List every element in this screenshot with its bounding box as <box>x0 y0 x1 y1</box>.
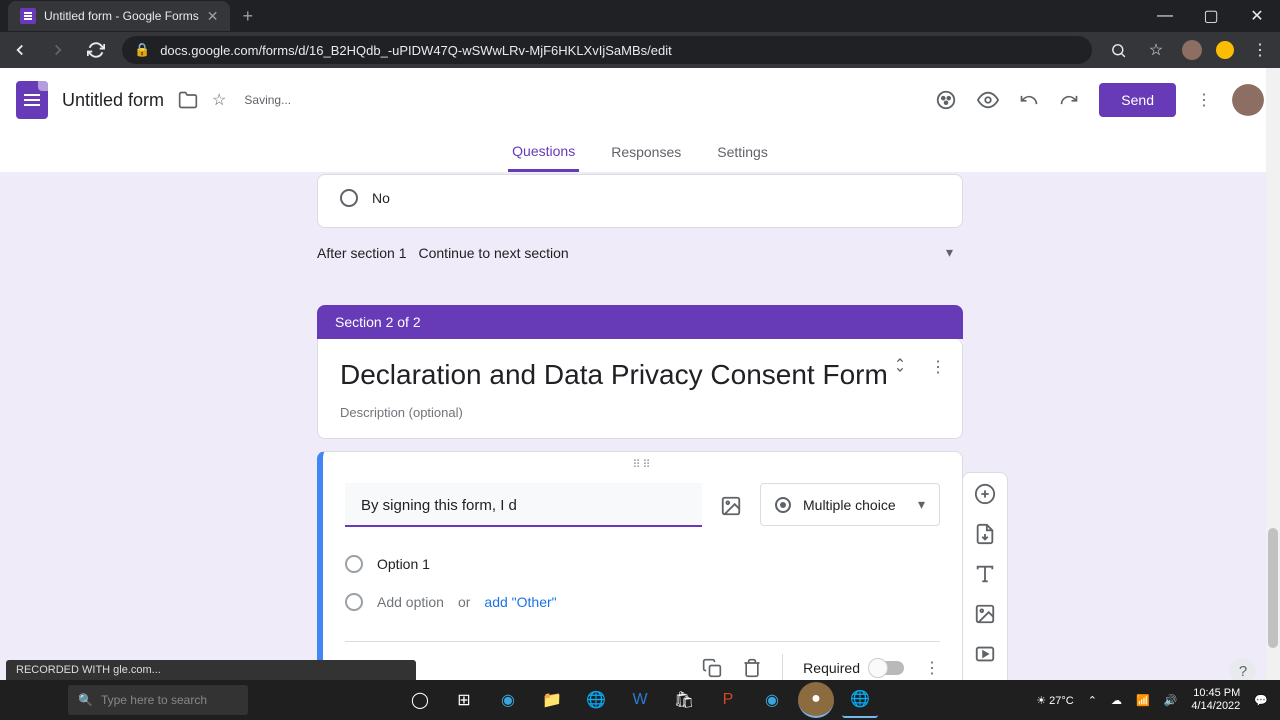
forward-button[interactable] <box>46 41 70 59</box>
previous-question-card[interactable]: No <box>317 174 963 228</box>
tab-responses[interactable]: Responses <box>607 132 685 172</box>
onedrive-icon[interactable]: ☁ <box>1111 694 1122 707</box>
forms-logo[interactable] <box>16 81 48 119</box>
add-option-button[interactable]: Add option <box>377 594 444 610</box>
window-minimize[interactable]: — <box>1142 0 1188 32</box>
word-icon[interactable]: W <box>622 682 658 718</box>
browser-tab[interactable]: Untitled form - Google Forms ✕ <box>8 1 230 31</box>
radio-icon <box>340 189 358 207</box>
task-view-icon[interactable]: ⊞ <box>446 682 482 718</box>
after-section-label: After section 1 <box>317 245 407 261</box>
address-bar[interactable]: 🔒 docs.google.com/forms/d/16_B2HQdb_-uPI… <box>122 36 1092 64</box>
add-video-icon[interactable] <box>974 643 996 665</box>
user-avatar[interactable] <box>1232 84 1264 116</box>
option-label: No <box>372 190 390 206</box>
lock-icon: 🔒 <box>134 42 150 58</box>
delete-icon[interactable] <box>742 658 762 678</box>
section-title[interactable]: Declaration and Data Privacy Consent For… <box>340 359 940 391</box>
drag-handle-icon[interactable]: ⠿⠿ <box>323 452 962 473</box>
section-menu-icon[interactable]: ⋮ <box>930 357 946 377</box>
required-label: Required <box>803 660 860 676</box>
close-tab-icon[interactable]: ✕ <box>207 8 219 25</box>
add-title-icon[interactable] <box>974 563 996 585</box>
divider <box>782 654 783 682</box>
reload-button[interactable] <box>84 41 108 59</box>
section-header-card[interactable]: Declaration and Data Privacy Consent For… <box>317 339 963 439</box>
profile-avatar[interactable] <box>1182 40 1202 60</box>
import-questions-icon[interactable] <box>974 523 996 545</box>
edge2-icon[interactable]: ◉ <box>754 682 790 718</box>
radio-icon <box>345 555 363 573</box>
clock[interactable]: 10:45 PM 4/14/2022 <box>1191 687 1240 713</box>
option-text[interactable]: Option 1 <box>377 556 430 572</box>
powerpoint-icon[interactable]: P <box>710 682 746 718</box>
search-icon: 🔍 <box>78 693 93 707</box>
weather-widget[interactable]: ☀ 27°C <box>1036 694 1074 707</box>
more-menu-icon[interactable]: ⋮ <box>1196 90 1212 110</box>
section-navigation: After section 1 Continue to next section… <box>317 228 963 277</box>
window-maximize[interactable]: ▢ <box>1188 0 1234 32</box>
question-menu-icon[interactable]: ⋮ <box>924 658 940 678</box>
tab-questions[interactable]: Questions <box>508 132 579 172</box>
move-to-folder-icon[interactable] <box>178 90 198 110</box>
zoom-icon[interactable] <box>1106 42 1130 59</box>
back-button[interactable] <box>8 41 32 59</box>
add-question-icon[interactable] <box>974 483 996 505</box>
tab-settings[interactable]: Settings <box>713 132 772 172</box>
url-text: docs.google.com/forms/d/16_B2HQdb_-uPIDW… <box>160 43 672 58</box>
or-label: or <box>458 594 470 610</box>
store-icon[interactable]: 🛍 <box>666 682 702 718</box>
tray-chevron-icon[interactable]: ⌃ <box>1088 694 1097 707</box>
question-type-dropdown[interactable]: Multiple choice ▾ <box>760 483 940 526</box>
cortana-icon[interactable]: ◯ <box>402 682 438 718</box>
duplicate-icon[interactable] <box>702 658 722 678</box>
recorded-with-badge: RECORDED WITH gle.com... <box>6 660 416 680</box>
section-badge: Section 2 of 2 <box>317 305 963 339</box>
add-other-button[interactable]: add "Other" <box>484 594 556 610</box>
recorder-icon[interactable]: ● <box>798 682 834 718</box>
send-button[interactable]: Send <box>1099 83 1176 117</box>
tab-title: Untitled form - Google Forms <box>44 9 199 23</box>
dropdown-arrow-icon: ▾ <box>946 244 953 261</box>
bookmark-icon[interactable]: ☆ <box>1144 40 1168 60</box>
add-image-toolbar-icon[interactable] <box>974 603 996 625</box>
undo-icon[interactable] <box>1019 90 1039 110</box>
section-description[interactable]: Description (optional) <box>340 405 940 420</box>
account-indicator[interactable] <box>1216 41 1234 59</box>
redo-icon[interactable] <box>1059 90 1079 110</box>
browser-menu-icon[interactable]: ⋮ <box>1248 40 1272 60</box>
question-type-label: Multiple choice <box>803 497 896 513</box>
document-title[interactable]: Untitled form <box>62 90 164 111</box>
forms-favicon <box>20 8 36 24</box>
preview-icon[interactable] <box>977 89 999 111</box>
question-card[interactable]: ⠿⠿ Multiple choice ▾ Option 1 <box>317 451 963 695</box>
wifi-icon[interactable]: 📶 <box>1136 694 1150 707</box>
radio-icon <box>345 593 363 611</box>
section-action-dropdown[interactable]: Continue to next section ▾ <box>419 244 964 261</box>
edge-icon[interactable]: ◉ <box>490 682 526 718</box>
chrome-icon[interactable]: 🌐 <box>578 682 614 718</box>
radio-type-icon <box>775 497 791 513</box>
taskbar-search[interactable]: 🔍 Type here to search <box>68 685 248 715</box>
required-toggle[interactable] <box>870 661 904 675</box>
star-icon[interactable]: ☆ <box>212 90 226 110</box>
windows-taskbar: 🔍 Type here to search ◯ ⊞ ◉ 📁 🌐 W 🛍 P ◉ … <box>0 680 1280 720</box>
search-placeholder: Type here to search <box>101 693 207 707</box>
save-status: Saving... <box>244 93 291 107</box>
volume-icon[interactable]: 🔊 <box>1164 694 1178 707</box>
collapse-section-icon[interactable] <box>892 357 908 377</box>
new-tab-button[interactable]: + <box>230 6 265 27</box>
theme-icon[interactable] <box>935 89 957 111</box>
add-image-icon[interactable] <box>720 483 742 517</box>
section-action-value: Continue to next section <box>419 245 569 261</box>
chrome-active-icon[interactable]: 🌐 <box>842 682 878 718</box>
question-input[interactable] <box>361 497 686 514</box>
notifications-icon[interactable]: 💬 <box>1254 694 1268 707</box>
window-close[interactable]: ✕ <box>1234 0 1280 32</box>
explorer-icon[interactable]: 📁 <box>534 682 570 718</box>
chevron-down-icon: ▾ <box>918 496 925 513</box>
